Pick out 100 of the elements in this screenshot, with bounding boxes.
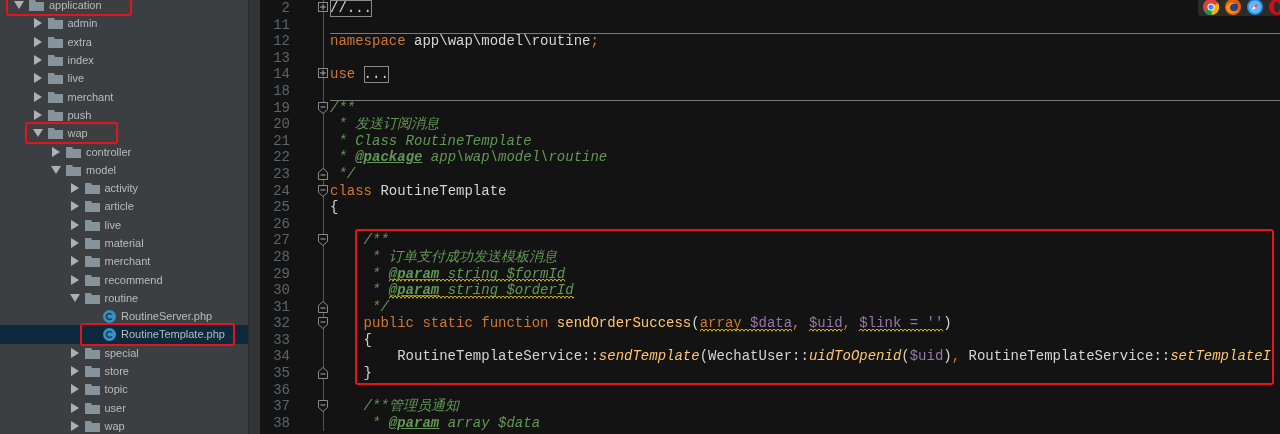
expand-arrow-icon[interactable]	[32, 36, 43, 47]
tree-item-label[interactable]: index	[67, 54, 94, 67]
expand-arrow-icon[interactable]	[69, 384, 80, 395]
code-token: /**管理员通知	[362, 398, 459, 415]
expand-arrow-icon[interactable]	[69, 366, 80, 377]
globe-icon[interactable]	[1225, 0, 1241, 15]
folder-icon	[47, 90, 63, 103]
collapse-arrow-icon[interactable]	[14, 0, 24, 11]
expand-arrow-icon[interactable]	[69, 256, 80, 267]
tree-item-label[interactable]: wap	[67, 127, 88, 140]
fold-collapse-icon[interactable]	[318, 101, 328, 114]
tree-item-label[interactable]: extra	[67, 35, 92, 48]
tree-item-label[interactable]: RoutineServer.php	[121, 310, 213, 323]
tree-item-label[interactable]: material	[104, 237, 144, 249]
folded-code-placeholder[interactable]: ...	[363, 66, 389, 83]
folder-icon	[47, 17, 63, 30]
expand-arrow-icon[interactable]	[69, 219, 80, 230]
line-number: 24	[272, 182, 290, 200]
line-number: 21	[272, 132, 290, 150]
code-token: /**	[362, 232, 389, 249]
tree-item-label[interactable]: activity	[104, 182, 139, 195]
code-token: @param	[388, 414, 440, 432]
code-token: @param string $formId	[388, 265, 566, 283]
code-token: (WechatUser::	[699, 348, 809, 366]
code-token: * 订单支付成功发送模板消息	[371, 248, 557, 266]
tree-item-label[interactable]: application	[49, 0, 102, 12]
tree-item-label[interactable]: wap	[104, 419, 125, 432]
line-number: 2	[280, 0, 290, 17]
code-token: @param string $orderId	[388, 282, 574, 299]
line-number: 13	[272, 49, 290, 67]
tree-item-label[interactable]: controller	[86, 145, 132, 158]
expand-arrow-icon[interactable]	[51, 146, 61, 157]
fold-expand-icon[interactable]	[318, 68, 328, 81]
fold-end-icon[interactable]	[318, 367, 328, 380]
line-number: 27	[272, 232, 290, 249]
code-token: setTemplateI	[1170, 348, 1271, 366]
line-number: 29	[272, 265, 290, 283]
tree-item-label[interactable]: push	[67, 108, 92, 121]
collapse-arrow-icon[interactable]	[51, 164, 61, 175]
line-number: 25	[272, 199, 290, 216]
tree-item-label[interactable]: store	[104, 365, 129, 378]
fold-collapse-icon[interactable]	[318, 234, 328, 247]
line-number: 18	[272, 82, 290, 100]
line-number: 37	[272, 398, 290, 415]
code-token: ,	[842, 315, 852, 332]
line-number: 35	[272, 365, 290, 382]
class-file-icon	[103, 309, 116, 323]
expand-arrow-icon[interactable]	[32, 91, 43, 102]
tree-item-label[interactable]: recommend	[104, 273, 163, 286]
line-number: 23	[272, 165, 290, 183]
folder-icon	[84, 419, 100, 432]
folder-icon	[84, 383, 100, 396]
code-token: * 发送订阅消息	[337, 116, 440, 133]
tree-item-label[interactable]: RoutineTemplate.php	[121, 328, 225, 341]
fold-end-icon[interactable]	[318, 300, 328, 313]
code-token: (	[691, 315, 700, 332]
folder-icon	[84, 291, 100, 304]
expand-arrow-icon[interactable]	[32, 109, 43, 120]
expand-arrow-icon[interactable]	[32, 55, 43, 66]
tree-item-label[interactable]: live	[67, 72, 84, 85]
expand-arrow-icon[interactable]	[69, 201, 80, 212]
code-token: namespace	[330, 33, 406, 50]
expand-arrow-icon[interactable]	[69, 274, 80, 285]
tree-item-label[interactable]: special	[104, 346, 139, 359]
tree-item-label[interactable]: merchant	[67, 90, 114, 103]
tree-item-label[interactable]: merchant	[104, 255, 151, 268]
fold-end-icon[interactable]	[318, 167, 328, 180]
expand-arrow-icon[interactable]	[69, 402, 80, 413]
expand-arrow-icon[interactable]	[69, 347, 80, 358]
tree-item-label[interactable]: article	[104, 200, 134, 213]
folder-icon	[84, 182, 100, 195]
expand-arrow-icon[interactable]	[32, 18, 43, 29]
tree-item-label[interactable]: routine	[104, 291, 139, 304]
folder-icon	[84, 237, 100, 249]
collapse-arrow-icon[interactable]	[32, 128, 43, 139]
folder-icon	[47, 72, 63, 85]
code-token: *	[371, 265, 382, 283]
fold-collapse-icon[interactable]	[318, 184, 328, 197]
expand-arrow-icon[interactable]	[69, 420, 80, 431]
line-number: 11	[272, 16, 290, 34]
expand-arrow-icon[interactable]	[69, 183, 80, 194]
code-token: *	[337, 149, 348, 166]
expand-arrow-icon[interactable]	[69, 238, 80, 248]
fold-collapse-icon[interactable]	[318, 317, 328, 330]
collapse-arrow-icon[interactable]	[69, 292, 80, 303]
compass-icon[interactable]	[1247, 0, 1263, 15]
folder-icon	[84, 200, 100, 213]
fold-collapse-icon[interactable]	[318, 400, 328, 413]
folder-icon	[84, 273, 100, 286]
folder-icon	[66, 163, 81, 176]
fold-expand-icon[interactable]	[318, 2, 328, 14]
line-number: 33	[272, 331, 290, 349]
tree-item-label[interactable]: topic	[104, 383, 128, 396]
folded-code-placeholder[interactable]: //...	[330, 0, 372, 17]
tree-item-label[interactable]: model	[86, 163, 116, 176]
tree-item-label[interactable]: admin	[67, 17, 98, 30]
code-token: }	[362, 365, 372, 382]
tree-item-label[interactable]: live	[104, 218, 121, 231]
expand-arrow-icon[interactable]	[32, 73, 43, 84]
tree-item-label[interactable]: user	[104, 401, 126, 414]
